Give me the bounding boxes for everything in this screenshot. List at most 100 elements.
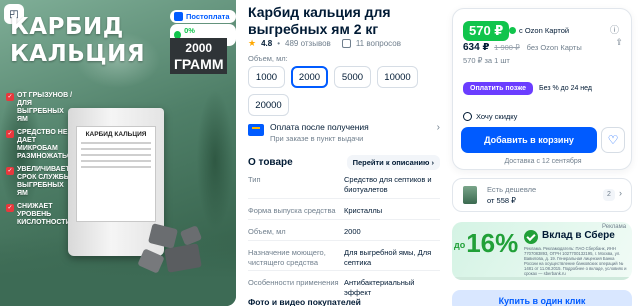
spec-key: Назначение моющего, чистящего средства [248,248,326,267]
bag-label-title: КАРБИД КАЛЬЦИЯ [85,131,147,138]
spec-value[interactable]: Средство для септиков и биотуалетов [344,175,440,195]
bag-label-line [81,148,151,150]
volume-option-selected[interactable]: 2000 [291,66,328,88]
buy-one-click-button[interactable]: Купить в один клик [452,290,632,306]
check-icon: ✓ [6,130,14,138]
heart-icon: ♡ [607,133,619,147]
regular-price-row: 634 ₽ 1 900 ₽ без Ozon Карты [463,42,582,53]
bell-icon [463,112,472,121]
feature-item: ✓ от грызунов / для выгребных ям [6,92,76,124]
volume-options: 1000 2000 5000 10000 20000 [248,66,440,116]
volume-option[interactable]: 20000 [248,94,289,116]
cheaper-product-thumbnail [463,186,477,204]
go-to-description-link[interactable]: Перейти к описанию › [346,155,440,170]
want-discount-label: Хочу скидку [476,112,518,121]
volume-option[interactable]: 1000 [248,66,285,88]
payment-after-receipt[interactable]: Оплата после получения При заказе в пунк… [248,122,440,143]
volume-option[interactable]: 5000 [334,66,371,88]
sber-logo-icon [524,230,538,244]
ozon-card-price: 570 ₽ [463,21,510,41]
old-price: 1 900 ₽ [494,43,520,52]
rating-row[interactable]: ★ 4.8 • 489 отзывов 11 вопросов [248,38,401,49]
ozon-card-label-text: с Ozon Картой [519,26,570,35]
spec-divider [248,240,440,241]
info-icon[interactable]: ⓘ [610,23,619,36]
product-image-gallery[interactable]: ◰ КАРБИД КАЛЬЦИЯ Постоплата 0% возвратов… [0,0,236,306]
cheaper-offers[interactable]: Есть дешевле от 558 ₽ 2 › [452,178,632,212]
product-title: Карбид кальция для выгребных ям 2 кг [248,4,391,37]
spec-key: Форма выпуска средства [248,206,336,215]
spec-divider [248,219,440,220]
feature-item: ✓ средство не дает микробам размножаться [6,129,77,161]
check-icon: ✓ [6,204,14,212]
spec-key: Особенности применения [248,278,339,287]
bag-label-line [81,166,151,168]
ad-percent-value: 16% [466,228,519,258]
bag-label-line [81,154,151,156]
ad-label[interactable]: Реклама [602,224,626,230]
weight-badge: 2000 ГРАММ [170,38,228,74]
volume-label: Объем, мл: [248,54,288,63]
payment-subtitle: При заказе в пункт выдачи [270,134,364,143]
image-title: КАРБИД КАЛЬЦИЯ [10,14,145,68]
add-to-cart-button[interactable]: Добавить в корзину [461,127,597,153]
regular-price: 634 ₽ [463,42,490,53]
spec-row: Особенности применения Антибактериальный… [248,278,444,298]
favorite-button[interactable]: ♡ [601,127,625,153]
ozon-card-icon [509,27,516,34]
ad-percent-prefix: до [454,240,466,250]
spec-row: Тип Средство для септиков и биотуалетов [248,175,444,195]
customer-photos-heading: Фото и видео покупателей [248,297,361,306]
reviews-link[interactable]: 489 отзывов [285,39,331,48]
postpay-badge-label: Постоплата [186,12,230,21]
cheaper-count-badge: 2 [603,189,615,201]
card-icon [248,124,264,136]
price-per-unit: 570 ₽ за 1 шт [463,56,510,65]
share-icon[interactable]: ⇪ [615,37,623,48]
card-icon [174,12,183,21]
check-icon: ✓ [6,167,14,175]
spec-key: Тип [248,175,261,184]
about-heading: О товаре [248,157,293,168]
spec-value: Для выгребной ямы, Для септика [344,248,432,267]
volume-option[interactable]: 10000 [377,66,418,88]
want-discount-link[interactable]: Хочу скидку [463,112,517,121]
bag-label: КАРБИД КАЛЬЦИЯ [76,126,156,222]
image-title-line2: КАЛЬЦИЯ [10,41,146,67]
payment-text: Оплата после получения При заказе в пунк… [270,122,369,143]
star-icon: ★ [248,38,257,48]
payment-title: Оплата после получения [270,122,369,132]
ad-percent: до16% [454,228,518,259]
ad-legal-text: Реклама. Рекламодатель: ПАО Сбербанк, ИН… [524,246,627,276]
weight-unit: ГРАММ [174,56,224,72]
ad-swipe-indicator [452,277,632,280]
sber-deposit-ad[interactable]: до16% Вклад в Сбере Реклама Реклама. Рек… [452,222,632,280]
about-section-header: О товаре Перейти к описанию › [248,155,440,170]
bag-label-line [81,160,151,162]
spec-row: Объем, мл 2000 [248,227,444,237]
buy-box: 570 ₽ с Ozon Картой ⓘ ⇪ 634 ₽ 1 900 ₽ бе… [452,8,632,170]
spec-row: Форма выпуска средства Кристаллы [248,206,444,216]
regular-price-label: без Ozon Карты [526,43,582,52]
pay-later-text: Без % до 24 нед [538,85,592,92]
pay-later-row: Оплатить позже Без % до 24 нед [463,82,592,95]
spec-divider [248,270,440,271]
feature-list: ✓ от грызунов / для выгребных ям ✓ средс… [6,92,77,232]
questions-link[interactable]: 11 вопросов [356,39,401,48]
ad-heading: Вклад в Сбере [542,230,615,241]
go-to-description-label: Перейти к описанию [352,158,430,167]
feature-item: ✓ снижает уровень кислотности [6,203,76,227]
ozon-card-label[interactable]: с Ozon Картой [509,26,569,35]
spec-value: Антибактериальный эффект [344,278,415,297]
postpay-badge: Постоплата [170,10,236,23]
pay-later-button[interactable]: Оплатить позже [463,82,533,95]
cheaper-title: Есть дешевле [487,185,537,194]
question-icon [341,39,351,48]
spec-value: 2000 [344,227,361,236]
delivery-date: Доставка с 12 сентября [504,158,582,165]
spec-row: Назначение моющего, чистящего средства Д… [248,248,444,268]
rating-value: 4.8 [261,39,273,48]
ad-label-text: Реклама [602,224,627,230]
feature-item: ✓ увеличивает срок службы выгребных ям [6,166,76,198]
chevron-right-icon: › [436,122,440,133]
